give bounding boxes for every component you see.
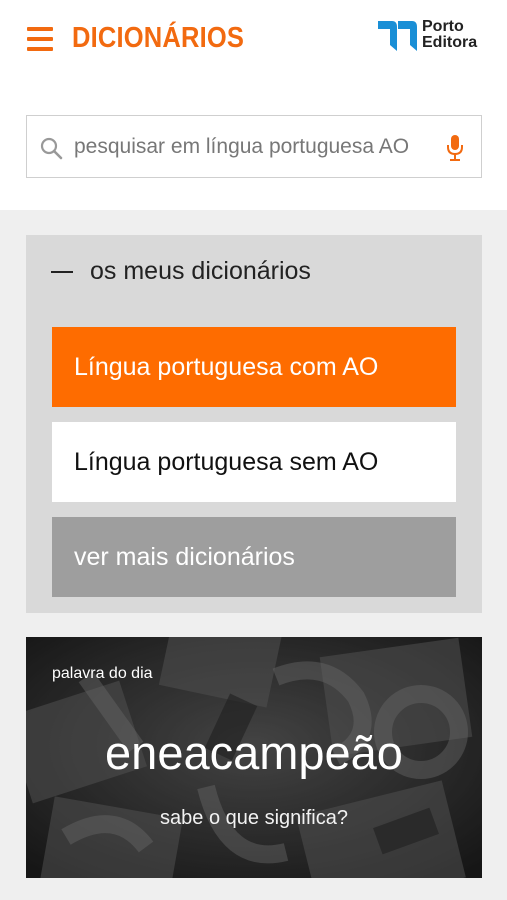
more-dictionaries-button[interactable]: ver mais dicionários [52,517,456,597]
search-input[interactable] [74,128,429,166]
microphone-icon[interactable] [445,134,465,162]
logo-text: Porto Editora [422,19,477,51]
porto-editora-logo-mark [378,21,417,51]
collapse-icon[interactable] [51,271,73,273]
word-of-the-day-card[interactable]: palavra do dia eneacampeão sabe o que si… [26,637,482,878]
app-header: DICIONÁRIOS Porto Editora [0,0,507,210]
word-of-the-day-label: palavra do dia [52,665,153,682]
logo-line-porto: Porto [422,18,464,35]
dictionary-item-portuguese-with-ao[interactable]: Língua portuguesa com AO [52,327,456,407]
porto-editora-logo: Porto Editora [378,19,488,55]
search-bar[interactable] [26,115,482,178]
my-dictionaries-title[interactable]: os meus dicionários [90,257,311,286]
app-title: DICIONÁRIOS [72,22,245,54]
logo-line-editora: Editora [422,34,478,51]
dictionary-item-portuguese-without-ao[interactable]: Língua portuguesa sem AO [52,422,456,502]
word-of-the-day-cta[interactable]: sabe o que significa? [26,807,482,830]
my-dictionaries-panel: os meus dicionários Língua portuguesa co… [26,235,482,613]
hamburger-menu-icon[interactable] [27,27,53,51]
search-icon [40,137,63,160]
word-of-the-day-word[interactable]: eneacampeão [26,725,482,780]
